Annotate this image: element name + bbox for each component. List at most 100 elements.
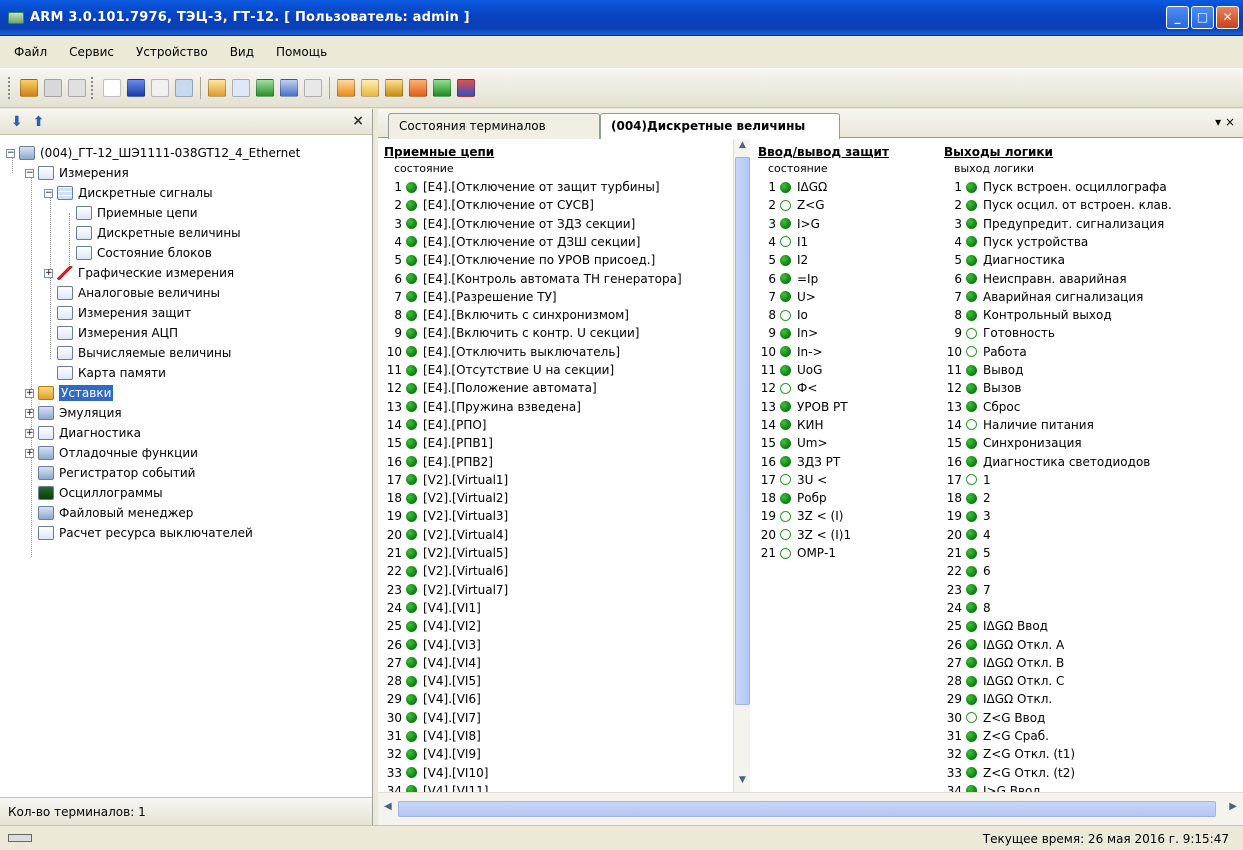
tree-node-adc-measurements[interactable]: Измерения АЦП (57, 323, 178, 343)
expand-icon[interactable]: + (25, 428, 34, 438)
tree-node-discrete-signals[interactable]: − Дискретные сигналы (44, 183, 213, 203)
scroll-thumb[interactable] (398, 801, 1216, 817)
tree-node-settings[interactable]: + Уставки (25, 383, 114, 403)
archive-icon[interactable] (385, 79, 403, 97)
toolbar-grip[interactable] (8, 77, 11, 99)
tree-node-analog-values[interactable]: Аналоговые величины (57, 283, 220, 303)
expand-icon[interactable]: + (25, 448, 34, 458)
tree-node-label: Дискретные сигналы (78, 186, 213, 200)
tree-node-graphic-measurements[interactable]: + Графические измерения (44, 263, 234, 283)
tree-node-label: (004)_ГТ-12_ШЭ1111-038GT12_4_Ethernet (40, 146, 301, 160)
forward-icon[interactable] (433, 79, 451, 97)
scroll-down-icon[interactable]: ▼ (735, 775, 750, 791)
expand-icon[interactable]: + (25, 408, 34, 418)
tree-node-diagnostics[interactable]: + Диагностика (25, 423, 141, 443)
collapse-icon[interactable]: − (6, 148, 15, 158)
collapse-icon[interactable]: − (25, 168, 34, 178)
signal-number: 5 (394, 253, 402, 268)
maximize-button[interactable]: □ (1191, 6, 1214, 29)
tree-node-label: Осциллограммы (59, 486, 163, 500)
settings-icon[interactable] (304, 79, 322, 97)
tab-dropdown-icon[interactable]: ▾ (1215, 115, 1221, 129)
tree-node-memory-map[interactable]: Карта памяти (57, 363, 166, 383)
toolbar-separator-2 (329, 77, 330, 99)
title-bar[interactable]: ARM 3.0.101.7976, ТЭЦ-3, ГТ-12. [ Пользо… (0, 0, 1243, 36)
signal-number: 10 (760, 344, 776, 359)
signal-label: 3Z < (I)1 (797, 527, 852, 542)
signal-icon[interactable] (409, 79, 427, 97)
menu-file[interactable]: Файл (14, 45, 47, 59)
signal-number: 1 (768, 180, 776, 194)
tree-node-block-states[interactable]: Состояние блоков (76, 243, 212, 263)
led-on-icon (406, 730, 417, 742)
signal-number: 30 (946, 710, 962, 725)
scroll-thumb[interactable] (735, 157, 750, 705)
tab-discrete-values[interactable]: (004)Дискретные величины (600, 113, 840, 139)
tree-node-protection-measurements[interactable]: Измерения защит (57, 303, 191, 323)
terminal-icon (19, 146, 35, 160)
minimize-button[interactable]: _ (1166, 6, 1189, 29)
tree-node-file-manager[interactable]: Файловый менеджер (38, 503, 193, 523)
expand-icon[interactable]: + (25, 388, 34, 398)
menu-service[interactable]: Сервис (69, 45, 114, 59)
tree-node-event-recorder[interactable]: Регистратор событий (38, 463, 195, 483)
list-icon[interactable] (103, 79, 121, 97)
tree-node-emulation[interactable]: + Эмуляция (25, 403, 122, 423)
collapse-icon[interactable]: − (44, 188, 53, 198)
tree-node-debug-functions[interactable]: + Отладочные функции (25, 443, 198, 463)
tree-node-oscillograms[interactable]: Осциллограммы (38, 483, 163, 503)
tree-icon[interactable] (256, 79, 274, 97)
folder-icon[interactable] (337, 79, 355, 97)
menu-device[interactable]: Устройство (136, 45, 208, 59)
report-icon[interactable] (208, 79, 226, 97)
scroll-up-icon[interactable]: ▲ (735, 140, 750, 156)
signal-label: Готовность (983, 326, 1055, 341)
led-on-icon (966, 748, 977, 760)
expand-icon[interactable]: + (44, 268, 53, 278)
tree-node-computed-values[interactable]: Вычисляемые величины (57, 343, 231, 363)
tree-node-terminal[interactable]: − (004)_ГТ-12_ШЭ1111-038GT12_4_Ethernet (6, 143, 300, 163)
tree-node-receiving-circuits[interactable]: Приемные цепи (76, 203, 198, 223)
menu-help[interactable]: Помощь (276, 45, 327, 59)
tree-node-measurements[interactable]: − Измерения (25, 163, 129, 183)
tree-node-discrete-values[interactable]: Дискретные величины (76, 223, 241, 243)
filter-icon[interactable] (280, 79, 298, 97)
table-icon[interactable] (151, 79, 169, 97)
view-icon[interactable] (232, 79, 250, 97)
signal-row: 7 Аварийная сигнализация (944, 288, 1143, 306)
vertical-scrollbar[interactable]: ▲ ▼ (733, 139, 750, 792)
window-icon[interactable] (175, 79, 193, 97)
led-on-icon (406, 602, 417, 614)
disconnect-icon[interactable] (44, 79, 62, 97)
column-header: Выходы логики (944, 145, 1053, 159)
signal-number: 18 (760, 491, 776, 506)
signal-number: 4 (394, 234, 402, 249)
flag-icon[interactable] (457, 79, 475, 97)
arrow-down-icon[interactable]: ⬇ (11, 114, 23, 130)
panel-close-button[interactable]: × (352, 113, 364, 129)
scroll-left-icon[interactable]: ◀ (384, 801, 392, 812)
arrow-up-icon[interactable]: ⬆ (33, 114, 45, 130)
tree-node-breaker-resource[interactable]: Расчет ресурса выключателей (38, 523, 253, 543)
led-on-icon (406, 346, 417, 358)
signal-row: 12 [E4].[Положение автомата] (384, 379, 597, 397)
edit-icon[interactable] (361, 79, 379, 97)
led-on-icon (780, 401, 791, 413)
select-icon[interactable] (127, 79, 145, 97)
signal-label: Ф< (797, 381, 818, 396)
tab-close-button[interactable]: × (1225, 115, 1235, 129)
properties-icon[interactable] (68, 79, 86, 97)
signal-label: [E4].[Положение автомата] (423, 381, 597, 396)
signal-row: 10 Работа (944, 343, 1027, 361)
menu-view[interactable]: Вид (230, 45, 254, 59)
horizontal-scrollbar[interactable]: ◀ ▶ (378, 792, 1243, 825)
close-button[interactable]: ✕ (1216, 6, 1239, 29)
toolbar-grip-2[interactable] (91, 77, 94, 99)
current-time: Текущее время: 26 мая 2016 г. 9:15:47 (982, 832, 1229, 846)
tab-terminal-states[interactable]: Состояния терминалов (388, 113, 600, 139)
signal-label: IΔGΩ Откл. А (983, 637, 1065, 652)
connect-icon[interactable] (20, 79, 38, 97)
led-on-icon (966, 364, 977, 376)
led-on-icon (406, 584, 417, 596)
scroll-right-icon[interactable]: ▶ (1229, 801, 1237, 812)
